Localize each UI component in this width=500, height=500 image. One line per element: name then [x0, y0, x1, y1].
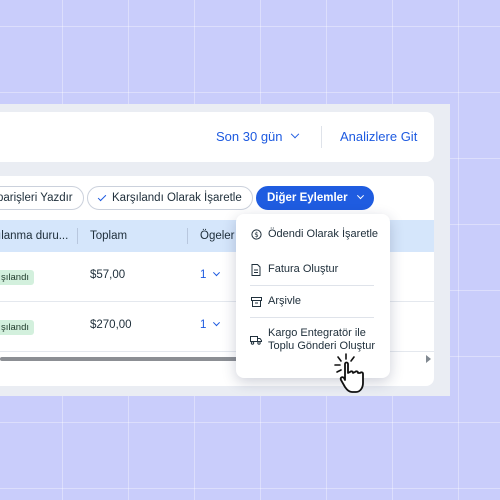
more-actions-button[interactable]: Diğer Eylemler [256, 186, 374, 210]
menu-item-create-invoice[interactable]: Fatura Oluştur [250, 263, 380, 276]
menu-item-bulk-shipment[interactable]: Kargo Entegratör ile Toplu Gönderi Oluşt… [250, 327, 380, 353]
order-total: $57,00 [90, 269, 126, 281]
items-count: 1 [200, 269, 207, 281]
mark-fulfilled-label: Karşılandı Olarak İşaretle [112, 192, 242, 204]
column-divider [77, 228, 78, 244]
menu-item-label: Ödendi Olarak İşaretle [268, 228, 379, 240]
archive-icon [250, 295, 262, 308]
chevron-down-icon [213, 268, 221, 276]
menu-item-archive[interactable]: Arşivle [250, 295, 380, 308]
top-bar: Son 30 gün Analizlere Git [0, 112, 434, 162]
order-total: $270,00 [90, 319, 132, 331]
scroll-right-icon[interactable] [426, 355, 431, 363]
menu-item-mark-paid[interactable]: $ Ödendi Olarak İşaretle [250, 228, 380, 241]
column-header-status[interactable]: ılanma duru... [0, 230, 68, 242]
menu-item-label: Arşivle [268, 295, 302, 307]
document-icon [250, 263, 262, 276]
scrollbar-thumb[interactable] [0, 357, 240, 361]
truck-icon [250, 327, 262, 353]
date-range-dropdown[interactable]: Son 30 gün [216, 129, 299, 144]
items-count: 1 [200, 319, 207, 331]
analytics-link[interactable]: Analizlere Git [340, 129, 417, 144]
menu-item-label: Kargo Entegratör ile Toplu Gönderi Oluşt… [268, 327, 375, 352]
hand-pointer-icon [334, 353, 364, 393]
print-orders-label: parişleri Yazdır [0, 192, 73, 204]
menu-item-label: Fatura Oluştur [268, 263, 339, 275]
more-actions-label: Diğer Eylemler [267, 192, 348, 204]
chevron-down-icon [213, 318, 221, 326]
column-header-total[interactable]: Toplam [90, 230, 127, 242]
chevron-down-icon [356, 191, 364, 199]
column-header-items[interactable]: Ögeler [200, 230, 235, 242]
menu-divider [250, 285, 374, 286]
svg-text:$: $ [254, 231, 258, 239]
chevron-down-icon [290, 129, 299, 138]
check-icon [97, 192, 107, 201]
menu-divider [250, 317, 374, 318]
mark-fulfilled-button[interactable]: Karşılandı Olarak İşaretle [87, 186, 253, 210]
items-dropdown[interactable]: 1 [200, 318, 221, 331]
items-dropdown[interactable]: 1 [200, 268, 221, 281]
divider [321, 126, 322, 148]
date-range-label: Son 30 gün [216, 129, 283, 144]
column-divider [187, 228, 188, 244]
status-badge: şılandı [0, 320, 34, 335]
print-orders-button[interactable]: parişleri Yazdır [0, 186, 84, 210]
status-badge: şılandı [0, 270, 34, 285]
dollar-circle-icon: $ [250, 228, 262, 241]
